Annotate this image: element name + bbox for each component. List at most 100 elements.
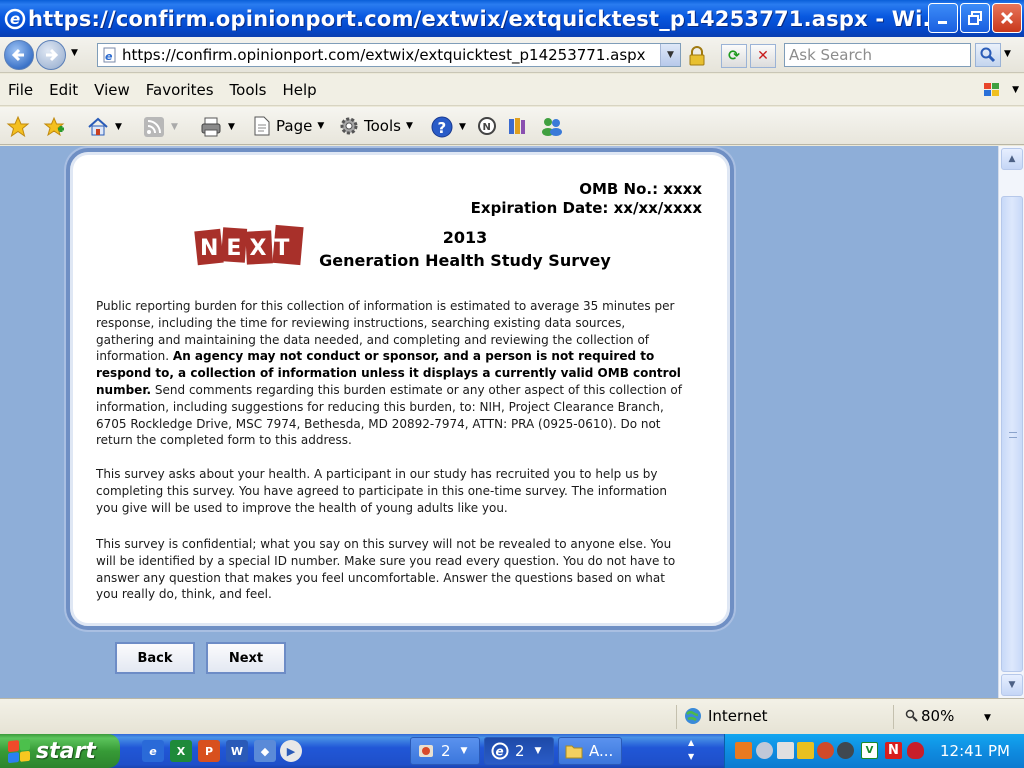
tray-speaker-icon[interactable]	[837, 742, 854, 759]
reference-button[interactable]	[506, 115, 528, 137]
address-toolbar: ▼ e https://confirm.opinionport.com/extw…	[0, 37, 1024, 73]
windows-flag-icon[interactable]	[982, 81, 1002, 99]
zoom-control[interactable]: 80%	[905, 707, 954, 725]
vertical-scrollbar[interactable]: ▲ ▼	[998, 146, 1024, 698]
recent-pages-dropdown-icon[interactable]: ▼	[71, 48, 78, 58]
tools-menu-button[interactable]: Tools ▼	[338, 115, 413, 137]
windows-logo-icon	[8, 738, 30, 764]
address-dropdown-icon[interactable]: ▼	[660, 44, 680, 66]
globe-icon	[685, 708, 701, 724]
tray-vc-icon[interactable]: V	[861, 742, 878, 759]
page-menu-button[interactable]: Page ▼	[252, 115, 324, 137]
scroll-up-button[interactable]: ▲	[1001, 148, 1023, 170]
burden-paragraph: Public reporting burden for this collect…	[96, 298, 686, 449]
ie-logo-icon: e	[4, 8, 26, 30]
zone-label: Internet	[708, 707, 768, 725]
forward-nav-button[interactable]	[36, 40, 66, 70]
command-bar: ▼ ▼ ▼ Page ▼ Tools ▼ ? ▼ N	[0, 107, 1024, 145]
stop-button[interactable]: ✕	[750, 44, 776, 68]
taskbar-group-1[interactable]: 2 ▼	[410, 737, 480, 765]
menu-tools[interactable]: Tools	[230, 81, 267, 99]
next-button[interactable]: Next	[206, 642, 286, 674]
minimize-button[interactable]	[928, 3, 958, 33]
feeds-dropdown-icon: ▼	[171, 122, 178, 132]
star-icon	[6, 115, 30, 138]
taskbar-folder[interactable]: A...	[558, 737, 622, 765]
taskbar-scroll-arrows[interactable]: ▲ ▼	[688, 736, 694, 764]
back-button[interactable]: Back	[115, 642, 195, 674]
restore-icon	[968, 11, 982, 25]
research-button[interactable]: N	[476, 115, 498, 137]
title-bar[interactable]: e https://confirm.opinionport.com/extwix…	[0, 0, 1024, 37]
scroll-thumb[interactable]	[1001, 196, 1023, 672]
page-icon	[254, 116, 270, 136]
page-dropdown-icon: ▼	[317, 121, 325, 131]
refresh-button[interactable]: ⟳	[721, 44, 747, 68]
messenger-button[interactable]	[540, 115, 564, 137]
survey-title: 2013 Generation Health Study Survey	[310, 226, 620, 272]
tray-lock-icon[interactable]	[777, 742, 794, 759]
page-menu-label: Page	[276, 117, 313, 135]
home-button[interactable]: ▼	[86, 115, 122, 139]
tray-n-icon[interactable]: N	[885, 742, 902, 759]
print-button[interactable]: ▼	[199, 115, 235, 139]
start-button[interactable]: start	[0, 734, 120, 768]
close-button[interactable]	[992, 3, 1022, 33]
page-viewport: OMB No.: xxxx Expiration Date: xx/xx/xxx…	[0, 146, 998, 698]
menu-view[interactable]: View	[94, 81, 130, 99]
search-icon	[980, 47, 996, 63]
group-1-dropdown-icon: ▼	[460, 746, 468, 756]
window-title: https://confirm.opinionport.com/extwix/e…	[28, 6, 938, 31]
group-ie-dropdown-icon: ▼	[534, 746, 542, 756]
quicklaunch-word-icon[interactable]: W	[226, 740, 248, 762]
chevron-up-icon: ▲	[1008, 154, 1016, 164]
group-1-count: 2	[441, 742, 451, 760]
menu-edit[interactable]: Edit	[49, 81, 78, 99]
tray-network-icon[interactable]	[756, 742, 773, 759]
help-dropdown-icon[interactable]: ▼	[459, 122, 466, 132]
search-options-dropdown-icon[interactable]: ▼	[1004, 49, 1011, 59]
next-logo: NEXT	[194, 222, 306, 272]
address-field[interactable]: e https://confirm.opinionport.com/extwix…	[97, 43, 681, 67]
menu-favorites[interactable]: Favorites	[146, 81, 214, 99]
status-bar: Internet 80% ▼	[0, 698, 1024, 734]
confidentiality-paragraph: This survey is confidential; what you sa…	[96, 537, 676, 602]
help-icon: ?	[431, 116, 453, 138]
search-button[interactable]	[975, 43, 1001, 67]
feeds-button[interactable]: ▼	[142, 115, 178, 139]
back-nav-button[interactable]	[4, 40, 34, 70]
favorites-center-button[interactable]	[6, 115, 30, 139]
security-zone[interactable]: Internet	[684, 707, 768, 725]
research-icon: N	[478, 117, 496, 135]
tray-antivirus-icon[interactable]	[907, 742, 924, 759]
folder-icon	[565, 745, 583, 759]
menu-file[interactable]: File	[8, 81, 33, 99]
quicklaunch-media-icon[interactable]: ▶	[280, 740, 302, 762]
zoom-dropdown-icon[interactable]: ▼	[984, 713, 991, 723]
gear-icon	[340, 117, 358, 135]
scroll-down-button[interactable]: ▼	[1001, 674, 1023, 696]
flag-dropdown-icon[interactable]: ▼	[1012, 85, 1019, 95]
stop-icon: ✕	[757, 48, 769, 64]
tray-app-icon[interactable]	[735, 742, 752, 759]
quicklaunch-ie-icon[interactable]: e	[142, 740, 164, 762]
refresh-icon: ⟳	[728, 48, 740, 64]
quicklaunch-explorer-icon[interactable]: ◆	[254, 740, 276, 762]
search-input[interactable]: Ask Search	[784, 43, 971, 67]
home-dropdown-icon[interactable]: ▼	[115, 122, 122, 132]
taskbar-group-ie[interactable]: e 2 ▼	[484, 737, 554, 765]
print-dropdown-icon[interactable]: ▼	[228, 122, 235, 132]
quicklaunch-excel-icon[interactable]: X	[170, 740, 192, 762]
quicklaunch-powerpoint-icon[interactable]: P	[198, 740, 220, 762]
folder-label: A...	[589, 742, 614, 760]
menu-help[interactable]: Help	[283, 81, 317, 99]
start-label: start	[36, 738, 96, 764]
tray-security-icon[interactable]	[817, 742, 834, 759]
tray-shield-icon[interactable]	[797, 742, 814, 759]
help-button[interactable]: ? ▼	[430, 115, 466, 139]
clock[interactable]: 12:41 PM	[940, 742, 1010, 760]
lock-icon[interactable]	[686, 45, 708, 67]
add-favorite-button[interactable]	[42, 115, 66, 139]
restore-button[interactable]	[960, 3, 990, 33]
url-text[interactable]: https://confirm.opinionport.com/extwix/e…	[122, 46, 646, 64]
